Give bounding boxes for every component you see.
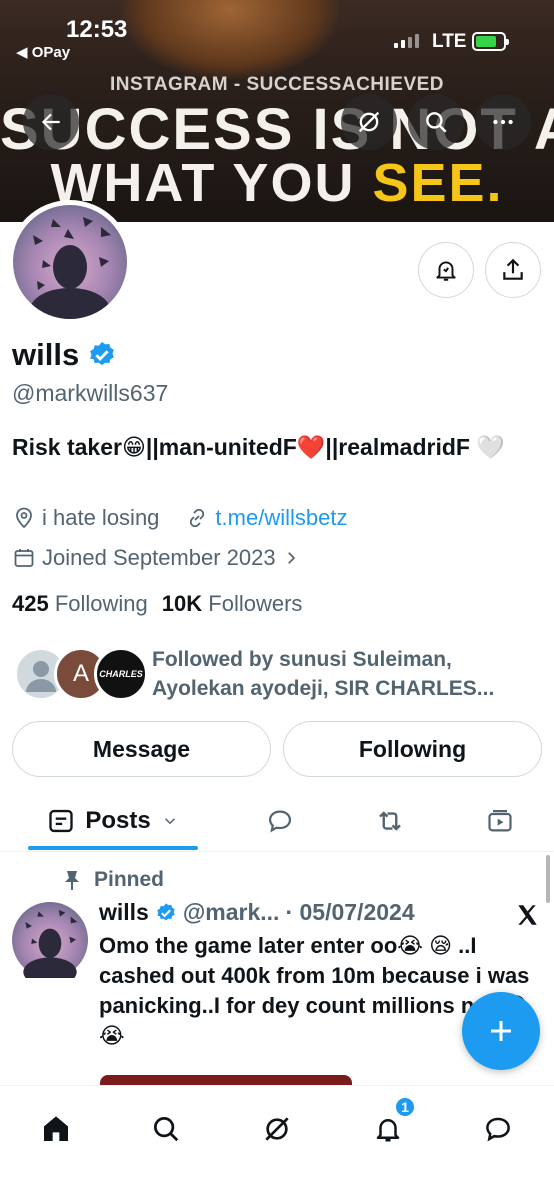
tab-posts-label: Posts bbox=[85, 807, 151, 834]
followed-by-text: Followed by sunusi Suleiman, Ayolekan ay… bbox=[152, 645, 494, 703]
search-icon bbox=[426, 112, 447, 133]
back-to-app-link[interactable]: ◀ OPay bbox=[16, 43, 70, 61]
share-button[interactable] bbox=[485, 242, 541, 298]
repost-icon bbox=[379, 811, 401, 831]
plus-icon bbox=[491, 1021, 511, 1041]
tab-media[interactable] bbox=[475, 795, 525, 847]
tab-posts[interactable]: Posts bbox=[28, 795, 198, 847]
verified-badge-icon bbox=[157, 902, 175, 920]
chevron-right-icon bbox=[287, 552, 295, 564]
pinned-label: Pinned bbox=[62, 868, 164, 892]
nav-search[interactable] bbox=[141, 1104, 191, 1154]
followers-count-link[interactable]: 10K Followers bbox=[162, 591, 303, 617]
verified-badge-icon[interactable] bbox=[87, 340, 117, 370]
avatar-image bbox=[13, 205, 127, 319]
followed-by-row[interactable]: A CHARLES Followed by sunusi Suleiman, A… bbox=[14, 645, 544, 705]
followed-by-line-2: Ayolekan ayodeji, SIR CHARLES... bbox=[152, 677, 495, 700]
back-button[interactable] bbox=[23, 94, 79, 150]
chevron-down-icon bbox=[164, 818, 175, 825]
bell-plus-icon bbox=[436, 261, 456, 281]
chat-icon bbox=[486, 1117, 510, 1142]
pinned-label-text: Pinned bbox=[94, 868, 165, 891]
following-label: Following bbox=[54, 591, 148, 616]
nav-home[interactable] bbox=[31, 1104, 81, 1154]
tab-reposts[interactable] bbox=[365, 795, 415, 847]
location-icon bbox=[16, 507, 32, 529]
more-icon bbox=[493, 119, 513, 125]
following-count: 425 bbox=[12, 591, 49, 616]
banner-watermark: INSTAGRAM - SUCCESSACHIEVED bbox=[109, 74, 445, 95]
followers-count: 10K bbox=[161, 591, 203, 616]
profile-avatar[interactable] bbox=[8, 200, 132, 324]
followers-label: Followers bbox=[208, 591, 303, 616]
tab-replies[interactable] bbox=[255, 795, 305, 847]
active-tab-indicator bbox=[28, 846, 198, 850]
bottom-nav: 1 bbox=[0, 1085, 554, 1200]
reply-icon bbox=[268, 810, 292, 833]
bell-icon bbox=[376, 1119, 400, 1142]
tabs-divider bbox=[0, 851, 554, 852]
post-media[interactable] bbox=[100, 1075, 352, 1085]
profile-handle: @markwills637 bbox=[12, 380, 169, 406]
profile-website-link[interactable]: t.me/willsbetz bbox=[215, 505, 347, 531]
follower-avatar-3: CHARLES bbox=[94, 647, 148, 701]
compose-button[interactable] bbox=[462, 992, 540, 1070]
following-count-link[interactable]: 425 Following bbox=[12, 591, 148, 617]
post-author-avatar[interactable] bbox=[12, 902, 88, 987]
follow-counts: 425 Following 10K Followers bbox=[12, 591, 302, 617]
profile-location: i hate losing bbox=[42, 505, 160, 530]
profile-bio: Risk taker😁||man-unitedF❤️||realmadridF … bbox=[12, 434, 505, 460]
post-author-handle[interactable]: @mark... bbox=[183, 899, 280, 926]
following-button[interactable]: Following bbox=[283, 721, 542, 777]
post-avatar-art bbox=[23, 910, 78, 987]
network-label: LTE bbox=[432, 31, 467, 52]
arrow-left-icon bbox=[41, 113, 60, 131]
posts-icon bbox=[49, 809, 73, 833]
nav-messages[interactable] bbox=[473, 1104, 523, 1154]
grok-button[interactable] bbox=[341, 94, 397, 150]
grok-icon bbox=[358, 111, 380, 133]
more-button[interactable] bbox=[475, 94, 531, 150]
profile-meta-row: i hate losing t.me/willsbetz bbox=[12, 505, 347, 531]
nav-grok[interactable] bbox=[252, 1104, 302, 1154]
battery-icon bbox=[472, 32, 509, 51]
post-date[interactable]: · 05/07/2024 bbox=[285, 899, 414, 926]
grok-icon bbox=[265, 1117, 289, 1141]
notify-button[interactable] bbox=[418, 242, 474, 298]
post-author-name[interactable]: wills bbox=[99, 899, 149, 926]
share-icon bbox=[503, 258, 523, 280]
banner-line-2-a: WHAT YOU bbox=[50, 153, 373, 213]
message-button[interactable]: Message bbox=[12, 721, 271, 777]
x-logo-icon bbox=[518, 905, 537, 925]
profile-joined: Joined September 2023 bbox=[42, 545, 276, 570]
scrollbar[interactable] bbox=[546, 855, 550, 903]
status-time: 12:53 bbox=[66, 16, 128, 43]
status-bar: 12:53 ◀ OPay LTE bbox=[0, 0, 554, 70]
profile-name: wills bbox=[12, 337, 117, 373]
calendar-icon bbox=[14, 549, 34, 567]
post-header: wills @mark... · 05/07/2024 bbox=[99, 899, 415, 926]
search-icon bbox=[154, 1117, 179, 1142]
search-button[interactable] bbox=[408, 94, 464, 150]
profile-tabs: Posts bbox=[0, 795, 554, 847]
link-icon bbox=[190, 508, 205, 528]
profile-name-text: wills bbox=[12, 337, 80, 372]
home-icon bbox=[44, 1116, 68, 1141]
banner-line-2-b: SEE. bbox=[372, 153, 504, 213]
pin-icon bbox=[65, 871, 79, 890]
notifications-badge: 1 bbox=[394, 1096, 416, 1118]
video-icon bbox=[488, 809, 512, 832]
followed-by-line-1: Followed by sunusi Suleiman, bbox=[152, 648, 452, 671]
avatar-art bbox=[30, 217, 111, 319]
profile-joined-row[interactable]: Joined September 2023 bbox=[12, 545, 300, 571]
signal-icon bbox=[394, 34, 419, 48]
